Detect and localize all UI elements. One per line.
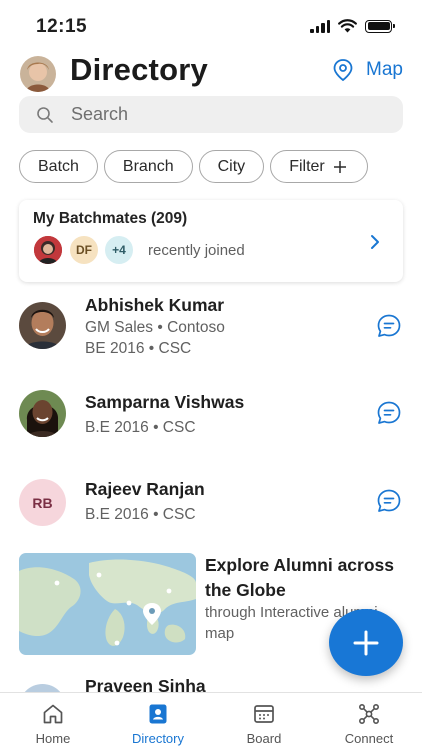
list-item[interactable]: Praveen Sinha (0, 676, 422, 692)
chip-branch[interactable]: Branch (103, 150, 193, 183)
tab-directory[interactable]: Directory (118, 702, 198, 746)
person-batch: B.E 2016 • CSC (85, 506, 196, 523)
chip-filter-label: Filter (289, 157, 325, 175)
person-title: GM Sales • Contoso (85, 319, 225, 336)
status-icons (310, 19, 395, 33)
batchmates-subtitle: recently joined (148, 242, 245, 259)
batchmates-avatars: DF +4 (32, 234, 142, 266)
batchmates-card[interactable]: My Batchmates (209) DF +4 recently joine… (19, 200, 403, 282)
bottom-nav: Home Directory Board Connect (0, 692, 422, 750)
connect-icon (358, 703, 379, 724)
tab-directory-label: Directory (131, 731, 184, 746)
tab-board[interactable]: Board (224, 702, 304, 746)
chat-icon[interactable] (376, 313, 402, 339)
page-title: Directory (70, 52, 208, 87)
map-label: Map (366, 59, 403, 80)
battery-icon (365, 19, 395, 33)
person-name: Abhishek Kumar (85, 295, 225, 315)
map-button[interactable]: Map (332, 58, 403, 82)
batchmate-avatar (32, 234, 64, 266)
search-bar[interactable] (19, 96, 403, 133)
person-name: Rajeev Ranjan (85, 479, 205, 499)
plus-icon (353, 630, 379, 655)
search-icon (37, 106, 53, 123)
tab-connect-label: Connect (344, 731, 394, 746)
person-batch: B.E 2016 • CSC (85, 419, 196, 436)
filter-chips: Batch Branch City Filter (19, 150, 368, 183)
chevron-right-icon (371, 235, 379, 249)
location-pin-icon (333, 59, 353, 82)
home-icon (43, 704, 63, 724)
tab-home-label: Home (35, 731, 71, 746)
tab-board-label: Board (246, 731, 282, 746)
chip-batch-label: Batch (38, 157, 79, 175)
wifi-icon (338, 19, 357, 33)
signal-icon (310, 19, 330, 33)
chat-icon[interactable] (376, 488, 402, 514)
chip-batch[interactable]: Batch (19, 150, 98, 183)
list-item[interactable]: RB Rajeev Ranjan B.E 2016 • CSC (0, 474, 422, 530)
avatar (19, 390, 66, 437)
board-icon (254, 705, 274, 723)
person-name: Samparna Vishwas (85, 392, 245, 412)
status-bar: 12:15 (0, 0, 422, 50)
list-item[interactable]: Samparna Vishwas B.E 2016 • CSC (0, 386, 422, 442)
chip-city[interactable]: City (198, 150, 265, 183)
status-time: 12:15 (36, 16, 88, 37)
plus-icon (333, 160, 346, 173)
add-button[interactable] (329, 609, 403, 676)
alumni-map-thumbnail[interactable] (19, 553, 196, 655)
avatar (19, 684, 66, 692)
avatar-initials: RB (19, 479, 66, 526)
batchmate-avatar-initials: DF (68, 234, 100, 266)
explore-title: Explore Alumni across the Globe (205, 555, 394, 600)
tab-connect[interactable]: Connect (329, 702, 409, 746)
list-item[interactable]: Abhishek Kumar GM Sales • Contoso BE 201… (0, 292, 422, 366)
chip-filter[interactable]: Filter (270, 150, 368, 183)
header: Directory Map (0, 50, 422, 94)
avatar (19, 302, 66, 349)
person-name: Praveen Sinha (85, 676, 206, 692)
batchmates-title: My Batchmates (209) (33, 210, 188, 227)
search-input[interactable] (71, 104, 371, 125)
directory-icon (149, 704, 167, 724)
person-batch: BE 2016 • CSC (85, 340, 192, 357)
chip-branch-label: Branch (122, 157, 174, 175)
chip-city-label: City (217, 157, 246, 175)
batchmates-more-count: +4 (103, 234, 135, 266)
profile-avatar[interactable] (20, 56, 56, 92)
tab-home[interactable]: Home (13, 702, 93, 746)
chat-icon[interactable] (376, 400, 402, 426)
